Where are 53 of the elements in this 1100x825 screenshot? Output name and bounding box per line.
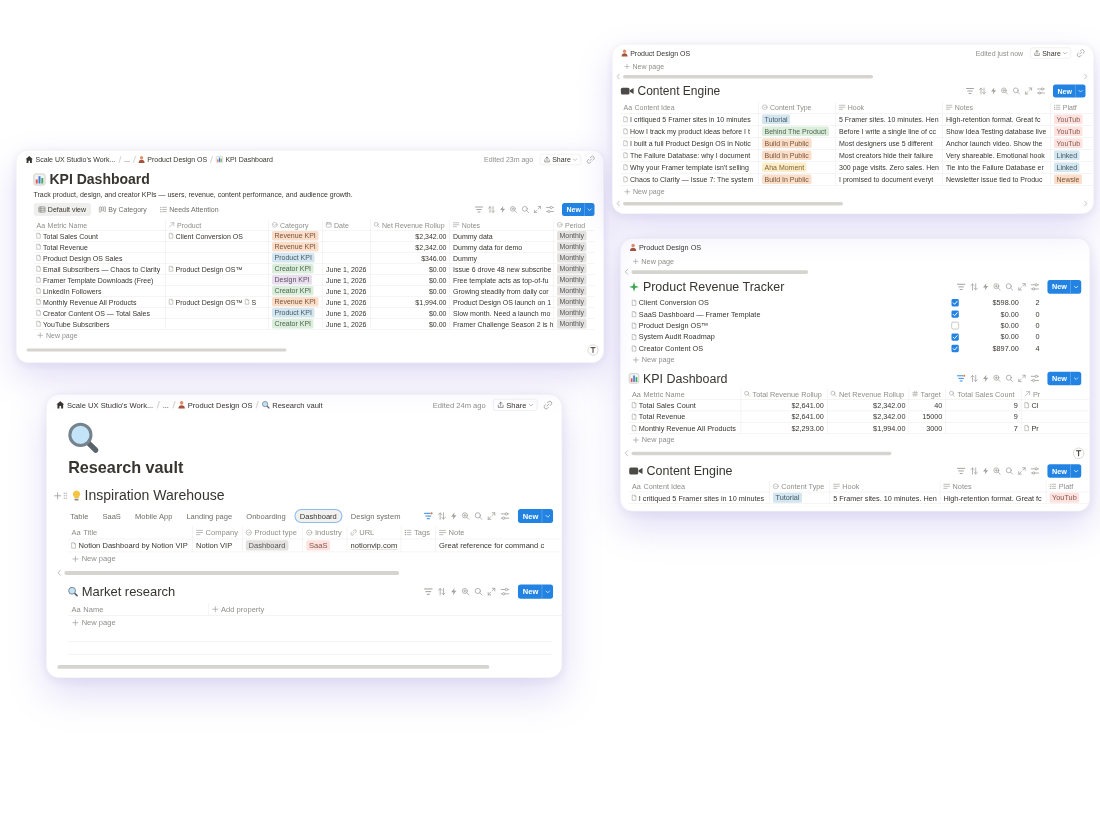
sparkle-icon [628, 281, 640, 293]
lightning-icon[interactable] [499, 206, 505, 213]
round-button-icon[interactable] [587, 344, 599, 356]
person-icon [621, 49, 628, 57]
scrollbar[interactable] [631, 451, 892, 456]
magnifier-icon [68, 586, 78, 597]
bar-chart-icon [215, 156, 223, 163]
home-icon [56, 401, 65, 409]
database-title[interactable]: Content Engine [646, 463, 733, 479]
person-icon [178, 401, 186, 409]
person-icon [629, 243, 637, 251]
person-icon [138, 156, 145, 163]
page-heading: KPI Dashboard [49, 170, 150, 189]
sliders-icon[interactable] [1036, 87, 1045, 95]
checkbox[interactable] [951, 310, 960, 318]
checkbox[interactable] [951, 332, 960, 341]
sliders-icon[interactable] [500, 587, 510, 596]
round-button-icon[interactable] [1072, 447, 1085, 459]
drag-handle-icon[interactable] [63, 492, 68, 500]
lightning-icon[interactable] [982, 467, 989, 475]
lightning-icon[interactable] [982, 283, 989, 291]
home-icon [25, 156, 33, 163]
page-heading: Research vault [68, 457, 185, 478]
sliders-icon[interactable] [1030, 374, 1040, 383]
bar-chart-icon [33, 173, 46, 186]
lightbulb-icon [72, 490, 81, 501]
database-title[interactable]: KPI Dashboard [642, 371, 728, 386]
sliders-icon[interactable] [1030, 467, 1040, 475]
magnifier-icon [68, 422, 99, 453]
lightning-icon[interactable] [982, 374, 989, 383]
bar-chart-icon [628, 373, 640, 384]
scrollbar[interactable] [57, 664, 490, 669]
lightning-icon[interactable] [990, 87, 996, 95]
video-camera-icon [620, 86, 634, 96]
scrollbar[interactable] [622, 201, 843, 206]
checkbox[interactable] [951, 321, 960, 330]
video-camera-icon [628, 466, 643, 476]
database-title[interactable]: Content Engine [637, 84, 721, 98]
scrollbar[interactable] [631, 270, 809, 274]
checkbox[interactable] [951, 298, 960, 307]
sliders-icon[interactable] [1030, 283, 1040, 291]
sliders-icon[interactable] [545, 206, 554, 213]
sliders-icon[interactable] [500, 512, 510, 520]
scrollbar[interactable] [622, 74, 873, 79]
database-title[interactable]: Market research [81, 584, 176, 600]
scrollbar[interactable] [26, 348, 287, 352]
lightning-icon[interactable] [450, 512, 457, 520]
scrollbar[interactable] [64, 570, 400, 575]
database-title[interactable]: Product Revenue Tracker [642, 279, 785, 295]
checkbox[interactable] [951, 344, 960, 353]
lightning-icon[interactable] [450, 587, 457, 596]
database-title[interactable]: Inspiration Warehouse [84, 487, 225, 504]
magnifier-icon [261, 401, 270, 409]
